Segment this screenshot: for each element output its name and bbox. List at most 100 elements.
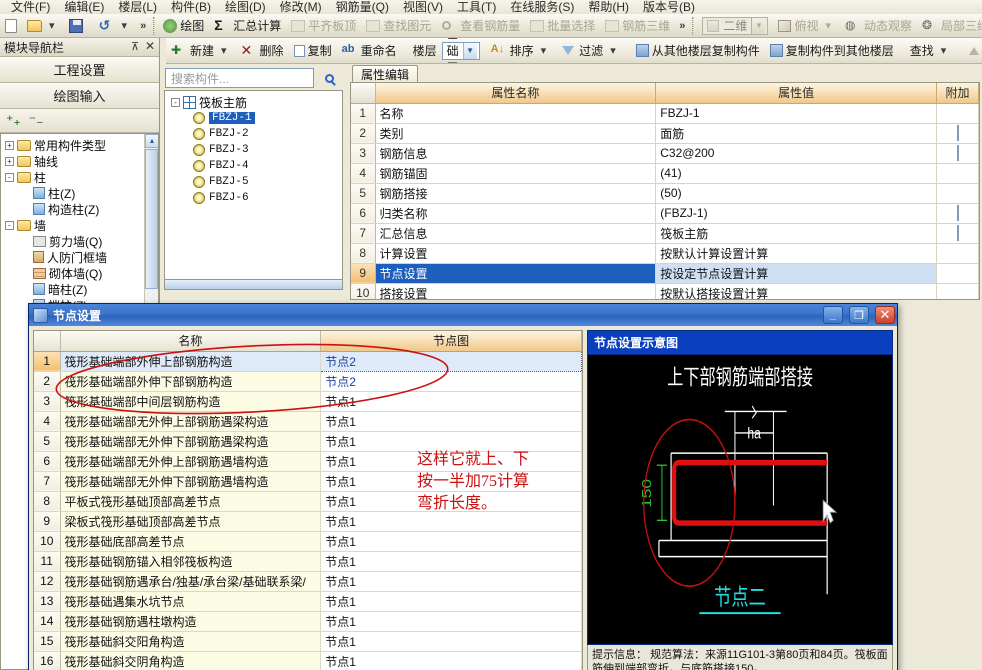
node-row[interactable]: 11 筏形基础钢筋锚入相邻筏板构造 节点1 <box>34 551 582 572</box>
node-row[interactable]: 4 筏形基础端部无外伸上部钢筋遇梁构造 节点1 <box>34 411 582 432</box>
node-row-diagram-value[interactable]: 节点1 <box>320 511 582 532</box>
property-row[interactable]: 9 节点设置 按设定节点设置计算 <box>351 263 979 284</box>
summary-calc-button[interactable]: Σ 汇总计算 <box>209 15 286 37</box>
property-row-value[interactable]: 面筋 <box>655 123 937 144</box>
menu-item-draw[interactable]: 绘图(D) <box>218 0 273 14</box>
node-row[interactable]: 6 筏形基础端部无外伸上部钢筋遇墙构造 节点1 <box>34 451 582 472</box>
find-button[interactable]: 查找 ▾ <box>905 40 956 62</box>
component-list[interactable]: - 筏板主筋 FBZJ-1 FBZJ-2 FBZJ-3 FBZJ-4 FBZJ-5 FBZJ-… <box>164 90 343 290</box>
property-row[interactable]: 1 名称 FBZJ-1 <box>351 103 979 124</box>
nav-tree-item-2[interactable]: -柱 <box>3 169 158 185</box>
property-row-value[interactable]: 按默认搭接设置计算 <box>655 283 937 299</box>
nav-button-drawing-input[interactable]: 绘图输入 <box>0 83 159 109</box>
menu-item-floor[interactable]: 楼层(L) <box>111 0 164 14</box>
nav-tree-item-7[interactable]: 人防门框墙 <box>3 249 158 265</box>
node-row[interactable]: 9 梁板式筏形基础顶部高差节点 节点1 <box>34 511 582 532</box>
menu-item-component[interactable]: 构件(B) <box>164 0 218 14</box>
node-row-diagram-value[interactable]: 节点2 <box>320 371 582 392</box>
close-icon[interactable]: ✕ <box>145 39 155 53</box>
search-button[interactable] <box>316 68 342 88</box>
property-row[interactable]: 4 钢筋锚固 (41) <box>351 163 979 184</box>
property-row[interactable]: 3 钢筋信息 C32@200 <box>351 143 979 164</box>
property-row[interactable]: 6 归类名称 (FBZJ-1) <box>351 203 979 224</box>
menu-item-modify[interactable]: 修改(M) <box>273 0 329 14</box>
menu-item-edit[interactable]: 编辑(E) <box>57 0 111 14</box>
tab-property-editor[interactable]: 属性编辑 <box>352 65 419 82</box>
node-row-diagram-value[interactable]: 节点1 <box>320 451 582 472</box>
menu-item-help[interactable]: 帮助(H) <box>581 0 636 14</box>
node-row-diagram-value[interactable]: 节点1 <box>320 591 582 612</box>
toolbar-overflow2-button[interactable]: » <box>675 20 689 32</box>
property-row-value[interactable]: C32@200 <box>655 143 937 164</box>
node-row[interactable]: 16 筏形基础斜交阴角构造 节点1 <box>34 651 582 670</box>
node-row[interactable]: 10 筏形基础底部高差节点 节点1 <box>34 531 582 552</box>
nav-tree-item-3[interactable]: 柱(Z) <box>3 185 158 201</box>
open-button[interactable]: ▾ <box>22 15 64 37</box>
delete-component-button[interactable]: ✕ 删除 <box>236 40 289 62</box>
menu-item-online[interactable]: 在线服务(S) <box>503 0 581 14</box>
property-row-value[interactable]: (FBZJ-1) <box>655 203 937 224</box>
save-button[interactable] <box>64 15 88 37</box>
expander-icon[interactable]: + <box>5 140 14 150</box>
new-component-button[interactable]: ✚ 新建 ▾ <box>166 40 236 62</box>
pin-icon[interactable]: ⊼ <box>131 40 139 53</box>
node-row[interactable]: 15 筏形基础斜交阳角构造 节点1 <box>34 631 582 652</box>
component-item-1[interactable]: FBZJ-2 <box>171 126 342 142</box>
rename-component-button[interactable]: ab 重命名 <box>337 40 402 62</box>
property-row[interactable]: 5 钢筋搭接 (50) <box>351 183 979 204</box>
node-row[interactable]: 14 筏形基础钢筋遇柱墩构造 节点1 <box>34 611 582 632</box>
node-row[interactable]: 13 筏形基础遇集水坑节点 节点1 <box>34 591 582 612</box>
property-row-attach-cell[interactable] <box>936 123 979 144</box>
menu-item-file[interactable]: 文件(F) <box>4 0 57 14</box>
search-input[interactable]: 搜索构件... <box>165 68 314 88</box>
dialog-title-bar[interactable]: 节点设置 _ ❐ ✕ <box>29 304 897 326</box>
component-item-0[interactable]: FBZJ-1 <box>171 110 342 126</box>
property-row-value[interactable]: (41) <box>655 163 937 184</box>
toolbar-grip[interactable] <box>153 16 156 35</box>
nav-tree-item-5[interactable]: -墙 <box>3 217 158 233</box>
nav-tree-item-4[interactable]: 构造柱(Z) <box>3 201 158 217</box>
component-item-5[interactable]: FBZJ-6 <box>171 190 342 206</box>
menu-item-view[interactable]: 视图(V) <box>396 0 450 14</box>
node-row[interactable]: 7 筏形基础端部无外伸下部钢筋遇墙构造 节点1 <box>34 471 582 492</box>
scroll-thumb[interactable] <box>145 149 158 289</box>
node-row[interactable]: 8 平板式筏形基础顶部高差节点 节点1 <box>34 491 582 512</box>
copy-component-button[interactable]: 复制 <box>289 40 337 62</box>
toolbar-grip-2[interactable] <box>692 16 695 35</box>
component-item-2[interactable]: FBZJ-3 <box>171 142 342 158</box>
node-row-diagram-value[interactable]: 节点1 <box>320 551 582 572</box>
property-row-attach-cell[interactable] <box>936 143 979 164</box>
menu-item-tools[interactable]: 工具(T) <box>450 0 503 14</box>
sort-button[interactable]: A↓ 排序 ▾ <box>486 40 556 62</box>
node-row-diagram-value[interactable]: 节点1 <box>320 571 582 592</box>
property-row[interactable]: 10 搭接设置 按默认搭接设置计算 <box>351 283 979 299</box>
expander-icon[interactable]: - <box>5 172 14 182</box>
expander-icon[interactable]: - <box>171 97 180 107</box>
property-row-attach-cell[interactable] <box>936 223 979 244</box>
node-table-wrap[interactable]: 名称 节点图 1 筏形基础端部外伸上部钢筋构造 节点2 2 筏形基础端部外伸下部钢筋构造… <box>33 330 583 670</box>
component-item-3[interactable]: FBZJ-4 <box>171 158 342 174</box>
property-row-value[interactable]: (50) <box>655 183 937 204</box>
node-row[interactable]: 1 筏形基础端部外伸上部钢筋构造 节点2 <box>34 350 582 372</box>
toolbar-overflow-button[interactable]: » <box>136 20 150 32</box>
attach-checkbox[interactable] <box>956 125 959 141</box>
node-row[interactable]: 5 筏形基础端部无外伸下部钢筋遇梁构造 节点1 <box>34 431 582 452</box>
attach-checkbox[interactable] <box>956 145 959 161</box>
menu-item-rebar[interactable]: 钢筋量(Q) <box>329 0 396 14</box>
minimize-button[interactable]: _ <box>823 306 843 324</box>
property-row[interactable]: 8 计算设置 按默认计算设置计算 <box>351 243 979 264</box>
floor-select[interactable]: 基础层 ▼ <box>441 38 480 63</box>
nav-tree-item-6[interactable]: 剪力墙(Q) <box>3 233 158 249</box>
property-row-value[interactable]: FBZJ-1 <box>655 103 937 124</box>
node-row[interactable]: 2 筏形基础端部外伸下部钢筋构造 节点2 <box>34 371 582 392</box>
filter-button[interactable]: 过滤 ▾ <box>555 40 625 62</box>
new-button[interactable] <box>0 15 22 37</box>
property-row[interactable]: 2 类别 面筋 <box>351 123 979 144</box>
nav-tree-item-8[interactable]: 砌体墙(Q) <box>3 265 158 281</box>
component-item-4[interactable]: FBZJ-5 <box>171 174 342 190</box>
preview-canvas[interactable]: 上下部钢筋端部搭接 ha 150 节点二 <box>587 354 893 645</box>
attach-checkbox[interactable] <box>956 225 959 241</box>
node-row-diagram-value[interactable]: 节点1 <box>320 611 582 632</box>
component-list-scrollbar[interactable] <box>165 279 342 289</box>
menu-item-version[interactable]: 版本号(B) <box>636 0 702 14</box>
